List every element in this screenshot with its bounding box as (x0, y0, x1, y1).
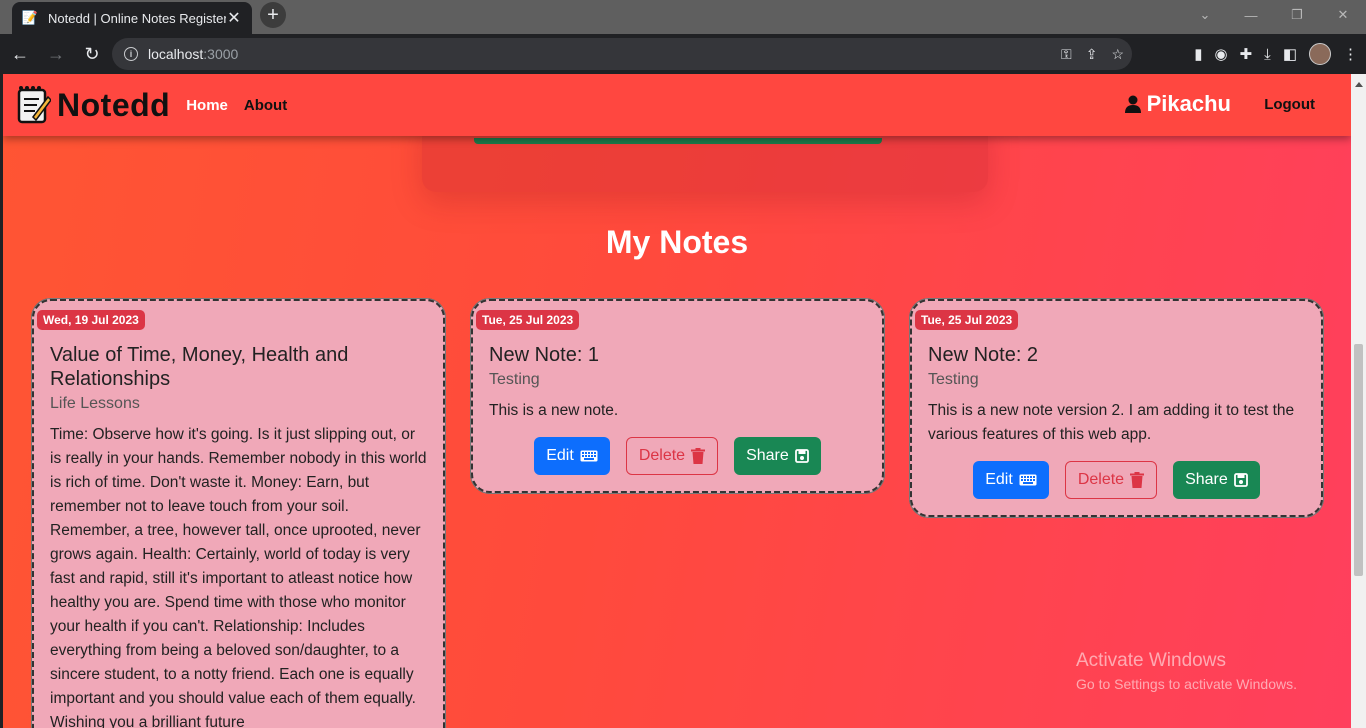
scrollbar-thumb[interactable] (1354, 344, 1363, 576)
share-page-icon[interactable]: ⇪ (1086, 46, 1098, 63)
brand-name: Notedd (57, 86, 171, 123)
user-icon (1124, 95, 1141, 113)
delete-button[interactable]: Delete (625, 437, 719, 475)
edit-button[interactable]: Edit (534, 437, 610, 475)
share-label: Share (746, 447, 789, 464)
delete-label: Delete (638, 447, 686, 464)
edit-button[interactable]: Edit (973, 461, 1049, 499)
note-actions: Edit Delete Share (912, 461, 1321, 499)
note-body: Time: Observe how it's going. Is it just… (50, 426, 427, 728)
date-badge: Tue, 25 Jul 2023 (915, 310, 1019, 330)
note-title: New Note: 1 (489, 344, 600, 366)
note-body: This is a new note. (489, 402, 619, 419)
note-title: New Note: 2 (928, 344, 1039, 366)
windows-activation-watermark: Activate Windows Go to Settings to activ… (1076, 650, 1297, 692)
tab-close-icon[interactable]: ✕ (226, 8, 242, 28)
floppy-disk-icon (1233, 473, 1248, 487)
bookmark-star-icon[interactable]: ☆ (1111, 46, 1124, 63)
note-tag: Testing (489, 371, 540, 388)
page-scrollbar[interactable] (1351, 74, 1366, 728)
profile-avatar[interactable] (1309, 43, 1331, 65)
brand[interactable]: Notedd (15, 85, 170, 125)
side-panel-icon[interactable]: ◧ (1283, 45, 1297, 63)
note-tag: Testing (928, 371, 979, 388)
notepad-favicon-icon: 📝 (21, 10, 39, 25)
browser-tabstrip: 📝 Notedd | Online Notes Register ✕ + ⌄ —… (0, 0, 1366, 34)
app-navbar: Notedd Home About Pikachu Logout (3, 74, 1351, 136)
download-icon[interactable]: ⤓ (1264, 46, 1271, 63)
share-button[interactable]: Share (734, 437, 821, 475)
floppy-disk-icon (794, 449, 809, 463)
trash-icon (691, 448, 706, 464)
edit-label: Edit (985, 471, 1013, 488)
note-card: Tue, 25 Jul 2023 New Note: 2 Testing Thi… (909, 298, 1324, 518)
minimize-icon[interactable]: — (1228, 0, 1274, 30)
key-icon[interactable]: ⚿ (1061, 46, 1072, 63)
forward-icon[interactable]: → (40, 38, 72, 70)
note-title: Value of Time, Money, Health and Relatio… (50, 344, 349, 390)
note-body: This is a new note version 2. I am addin… (928, 402, 1295, 443)
add-note-button-edge[interactable] (474, 138, 882, 144)
extension-glasses-icon[interactable]: ◉ (1215, 45, 1228, 63)
url-port: :3000 (203, 46, 239, 62)
extension-doc-icon[interactable]: ▮ (1194, 45, 1202, 63)
edit-label: Edit (546, 447, 574, 464)
username: Pikachu (1146, 91, 1231, 116)
omnibox-icons: ⚿ ⇪ ☆ (1061, 38, 1124, 70)
nav-home[interactable]: Home (186, 97, 228, 114)
note-tag: Life Lessons (50, 395, 140, 412)
browser-tab[interactable]: 📝 Notedd | Online Notes Register ✕ (12, 2, 252, 34)
address-bar[interactable]: i localhost :3000 ⚿ ⇪ ☆ (112, 38, 1132, 70)
notepad-logo-icon (17, 86, 51, 124)
note-card: Tue, 25 Jul 2023 New Note: 1 Testing Thi… (470, 298, 885, 494)
watermark-line2: Go to Settings to activate Windows. (1076, 676, 1297, 692)
watermark-line1: Activate Windows (1076, 650, 1226, 671)
delete-button[interactable]: Delete (1064, 461, 1158, 499)
note-card: Wed, 19 Jul 2023 Value of Time, Money, H… (31, 298, 446, 728)
note-actions: Edit Delete Share (473, 437, 882, 475)
tab-search-icon[interactable]: ⌄ (1182, 0, 1228, 30)
scroll-up-arrow-icon[interactable] (1355, 82, 1363, 87)
window-controls: ⌄ — ❐ ✕ (1182, 0, 1366, 30)
date-badge: Wed, 19 Jul 2023 (37, 310, 145, 330)
user-display: Pikachu (1124, 91, 1231, 117)
nav-about[interactable]: About (244, 97, 287, 114)
share-button[interactable]: Share (1173, 461, 1260, 499)
close-window-icon[interactable]: ✕ (1320, 0, 1366, 30)
new-tab-button[interactable]: + (260, 2, 286, 28)
back-icon[interactable]: ← (4, 38, 36, 70)
share-label: Share (1185, 471, 1228, 488)
page-viewport: Notedd Home About Pikachu Logout My Note… (3, 74, 1351, 728)
browser-toolbar: ← → ↻ i localhost :3000 ⚿ ⇪ ☆ (0, 34, 1366, 74)
extensions-puzzle-icon[interactable]: ✚ (1240, 45, 1253, 63)
url-host: localhost (148, 46, 204, 62)
delete-label: Delete (1077, 471, 1125, 488)
section-title: My Notes (605, 224, 749, 260)
menu-kebab-icon[interactable]: ⋮ (1343, 45, 1358, 63)
date-badge: Tue, 25 Jul 2023 (476, 310, 580, 330)
logout-button[interactable]: Logout (1264, 96, 1315, 113)
keyboard-icon (1019, 474, 1037, 486)
extension-icons: ▮ ◉ ✚ ⤓ ◧ ⋮ (1194, 38, 1358, 70)
site-info-icon[interactable]: i (124, 47, 138, 61)
tab-title: Notedd | Online Notes Register (48, 10, 226, 26)
keyboard-icon (580, 450, 598, 462)
reload-icon[interactable]: ↻ (76, 38, 108, 70)
restore-icon[interactable]: ❐ (1274, 0, 1320, 30)
trash-icon (1130, 472, 1145, 488)
